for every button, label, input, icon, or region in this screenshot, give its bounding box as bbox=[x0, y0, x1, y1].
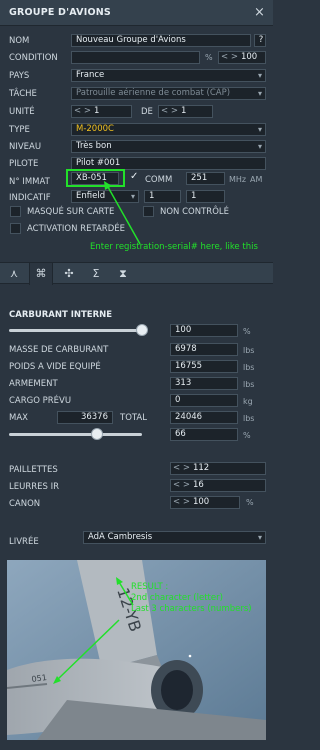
sigma-icon[interactable]: Σ bbox=[84, 263, 108, 285]
cargo-value: 0 bbox=[170, 394, 238, 407]
fuel-mass-value: 6978 bbox=[170, 343, 238, 356]
flares-value: 16 bbox=[192, 480, 204, 490]
max-label: MAX bbox=[9, 413, 28, 423]
armament-unit: lbs bbox=[243, 380, 255, 389]
chaff-value: 112 bbox=[192, 463, 210, 473]
route-icon[interactable]: ⋏ bbox=[2, 263, 26, 285]
total-weight-value: 24046 bbox=[170, 411, 238, 424]
livery-preview: 12-YB 051 RESULT : 2nd character (letter… bbox=[7, 560, 266, 740]
cargo-unit: kg bbox=[243, 397, 253, 406]
max-weight-value: 36376 bbox=[57, 411, 113, 424]
livery-label: LIVRÉE bbox=[9, 537, 39, 547]
total-label: TOTAL bbox=[120, 413, 147, 423]
registration-annotation: Enter registration-serial# here, like th… bbox=[90, 242, 258, 252]
result-line-2: Last 3 characters (numbers) bbox=[131, 604, 252, 614]
fuel-percent-input[interactable]: 100 bbox=[170, 324, 238, 337]
weight-ratio-thumb bbox=[90, 428, 103, 440]
flares-stepper[interactable]: < >16 bbox=[170, 479, 266, 492]
total-weight-unit: lbs bbox=[243, 414, 255, 423]
gun-unit: % bbox=[246, 498, 254, 507]
gun-label: CANON bbox=[9, 499, 41, 509]
livery-value: AdA Cambresis bbox=[88, 532, 153, 542]
fuel-slider-track[interactable] bbox=[9, 329, 142, 332]
result-title: RESULT : bbox=[131, 582, 169, 592]
result-line-1: 2nd character (letter) bbox=[131, 593, 223, 603]
fuel-percent-unit: % bbox=[243, 327, 251, 336]
tabs-bar: ⋏ ⌘ ✣ Σ ⧗ bbox=[0, 262, 273, 285]
payload-icon[interactable]: ⌘ bbox=[29, 263, 53, 285]
weight-ratio-value: 66 bbox=[170, 428, 238, 441]
armament-label: ARMEMENT bbox=[9, 379, 58, 389]
fuel-mass-unit: lbs bbox=[243, 346, 255, 355]
gun-stepper[interactable]: < >100 bbox=[170, 496, 240, 509]
stepper-arrows-icon[interactable]: < > bbox=[173, 497, 190, 507]
cargo-label: CARGO PRÉVU bbox=[9, 396, 72, 406]
gun-value: 100 bbox=[192, 497, 210, 507]
weight-ratio-unit: % bbox=[243, 431, 251, 440]
chaff-label: PAILLETTES bbox=[9, 465, 58, 475]
livery-dropdown[interactable]: AdA Cambresis ▾ bbox=[83, 531, 266, 544]
annotation-arrow bbox=[104, 181, 141, 245]
empty-weight-label: POIDS A VIDE EQUIPÉ bbox=[9, 362, 101, 372]
stepper-arrows-icon[interactable]: < > bbox=[173, 463, 190, 473]
fuel-slider-thumb[interactable] bbox=[136, 324, 148, 336]
empty-weight-value: 16755 bbox=[170, 360, 238, 373]
chaff-stepper[interactable]: < >112 bbox=[170, 462, 266, 475]
result-annotation: RESULT : 2nd character (letter) Last 3 c… bbox=[131, 582, 252, 615]
fuel-mass-label: MASSE DE CARBURANT bbox=[9, 345, 109, 355]
flares-label: LEURRES IR bbox=[9, 482, 60, 492]
empty-weight-unit: lbs bbox=[243, 363, 255, 372]
weight-ratio-track bbox=[9, 433, 142, 436]
stepper-arrows-icon[interactable]: < > bbox=[173, 480, 190, 490]
hourglass-icon[interactable]: ⧗ bbox=[111, 263, 135, 285]
fan-icon[interactable]: ✣ bbox=[57, 263, 81, 285]
armament-value: 313 bbox=[170, 377, 238, 390]
fuel-section-title: CARBURANT INTERNE bbox=[9, 310, 113, 320]
chevron-down-icon: ▾ bbox=[257, 533, 262, 542]
